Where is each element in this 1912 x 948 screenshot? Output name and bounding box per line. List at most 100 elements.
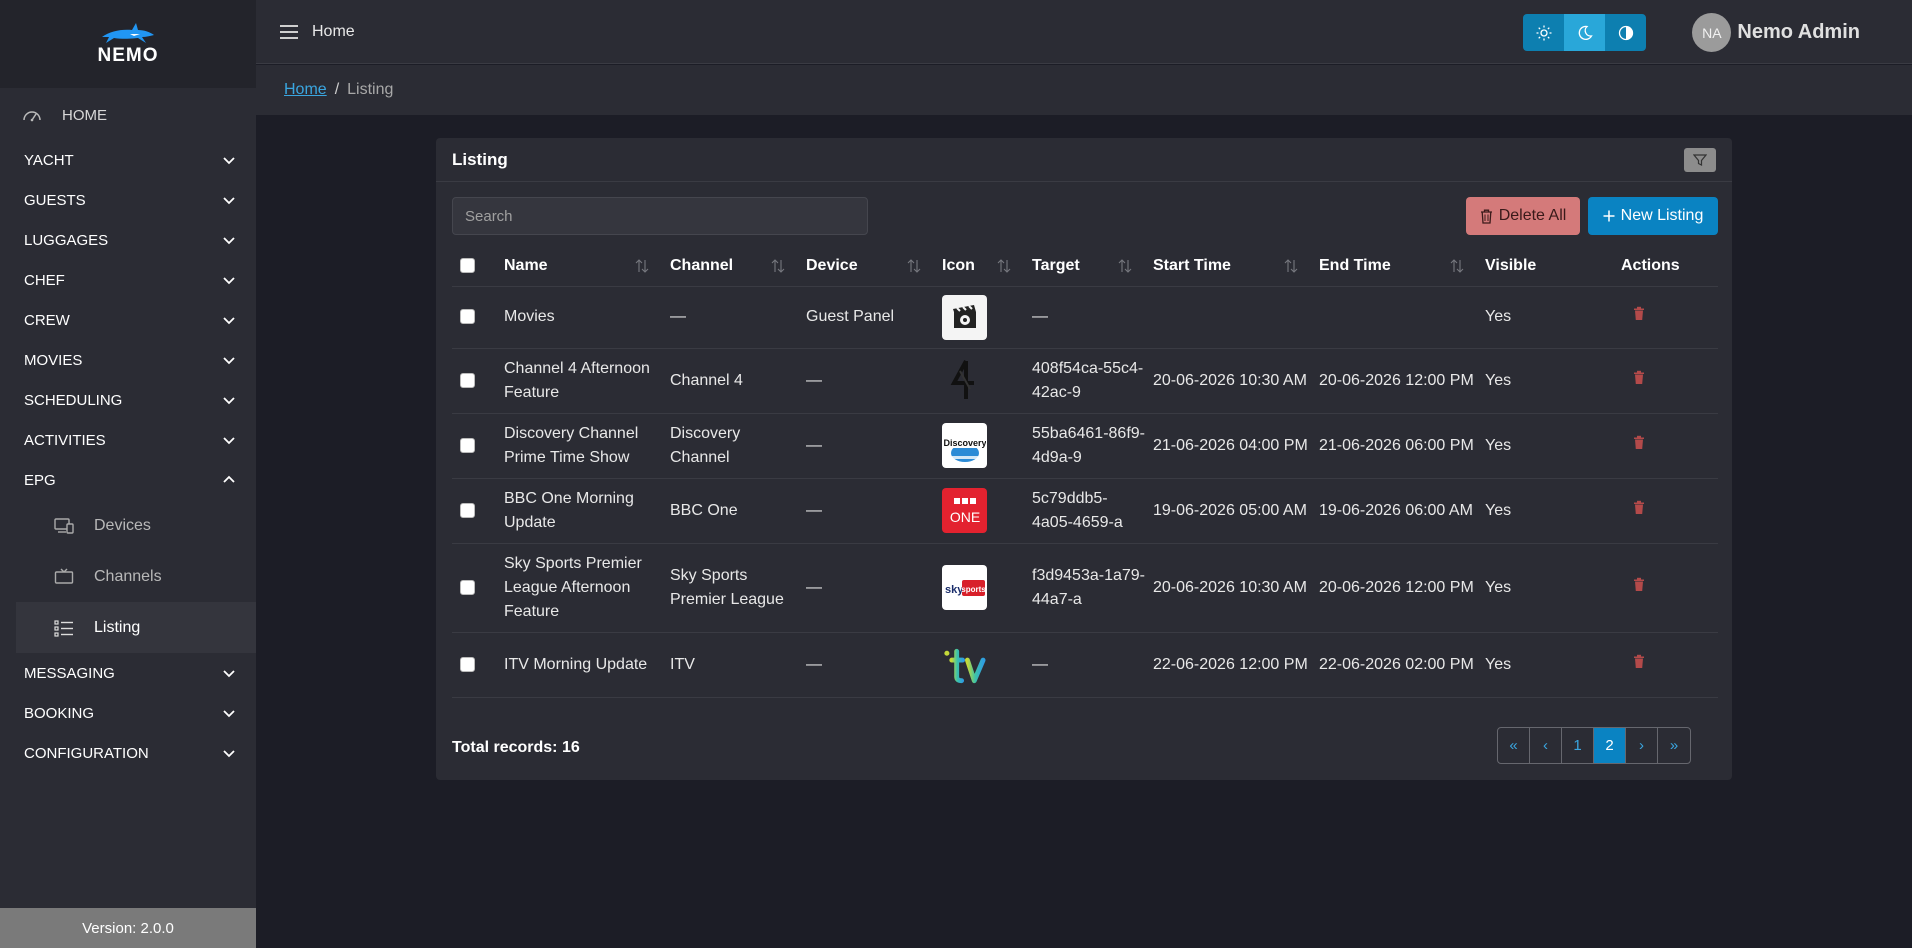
chevron-down-icon [223,357,235,365]
cell-end-time: 22-06-2026 02:00 PM [1311,632,1477,698]
sidebar-item-label: CONFIGURATION [24,744,149,762]
cell-target: 408f54ca-55c4-42ac-9 [1024,348,1145,414]
delete-row-button[interactable] [1633,654,1645,669]
sort-icon [1118,259,1132,273]
sidebar-item-scheduling[interactable]: SCHEDULING [0,380,256,420]
sky-sports-logo-icon: sky sports [942,565,987,610]
sidebar-subitem-channels[interactable]: Channels [16,551,256,602]
delete-row-button[interactable] [1633,306,1645,321]
select-all-checkbox[interactable] [460,258,475,274]
row-checkbox[interactable] [460,437,475,453]
cell-icon [934,632,1024,698]
page-button-current[interactable]: 2 [1594,728,1626,763]
card-header: Listing [436,138,1732,182]
column-header-icon[interactable]: Icon [934,246,1024,287]
user-menu[interactable]: NA Nemo Admin [1692,13,1860,52]
sidebar-item-activities[interactable]: ACTIVITIES [0,420,256,460]
row-checkbox[interactable] [460,309,475,325]
discovery-logo-icon: Discovery [942,423,987,468]
column-header-target[interactable]: Target [1024,246,1145,287]
breadcrumb-separator: / [334,81,340,98]
column-label: Start Time [1153,256,1231,274]
breadcrumb-home-link[interactable]: Home [284,81,327,99]
delete-all-button[interactable]: Delete All [1466,197,1580,235]
total-records: Total records: 16 [452,739,580,756]
column-label: Visible [1485,256,1537,274]
cell-icon [934,286,1024,349]
sidebar-item-guests[interactable]: GUESTS [0,180,256,220]
delete-row-button[interactable] [1633,435,1645,450]
light-theme-button[interactable] [1523,14,1564,51]
row-checkbox[interactable] [460,579,475,595]
sidebar-subitem-devices[interactable]: Devices [16,500,256,551]
delete-all-label: Delete All [1498,207,1567,224]
first-page-button[interactable]: « [1498,728,1530,763]
table-row: Movies — Guest Panel — Yes [452,286,1718,349]
pagination: « ‹ 1 2 › » [1497,727,1691,764]
column-label: Target [1032,256,1080,274]
cell-start-time: 19-06-2026 05:00 AM [1145,478,1311,544]
contrast-theme-button[interactable] [1605,14,1646,51]
cell-channel: BBC One [662,478,798,544]
prev-page-button[interactable]: ‹ [1530,728,1562,763]
cell-visible: Yes [1477,543,1613,633]
menu-toggle-icon[interactable] [280,24,298,39]
cell-device: Guest Panel [798,286,934,349]
page-button[interactable]: 1 [1562,728,1594,763]
column-header-channel[interactable]: Channel [662,246,798,287]
trash-icon [1634,370,1644,384]
sidebar-item-configuration[interactable]: CONFIGURATION [0,733,256,773]
cell-name: Channel 4 Afternoon Feature [496,348,662,414]
sidebar-subitem-label: Channels [94,567,162,585]
sidebar-item-crew[interactable]: CREW [0,300,256,340]
next-page-button[interactable]: › [1626,728,1658,763]
column-header-name[interactable]: Name [496,246,662,287]
page-title: Home [312,22,355,40]
delete-row-button[interactable] [1633,500,1645,515]
sidebar-item-home[interactable]: HOME [0,94,256,136]
column-header-visible: Visible [1477,246,1613,287]
sidebar-item-label: CHEF [24,271,65,289]
column-header-start-time[interactable]: Start Time [1145,246,1311,287]
sidebar-item-epg[interactable]: EPG [0,460,256,500]
chevron-down-icon [223,317,235,325]
row-checkbox[interactable] [460,502,475,518]
delete-row-button[interactable] [1633,370,1645,385]
sidebar-item-label: BOOKING [24,704,95,722]
cell-actions [1613,286,1718,349]
sort-icon [771,259,785,273]
cell-icon: Discovery [934,413,1024,479]
table-header-row: Name Channel Device Icon Target Start Ti… [452,246,1718,287]
cell-start-time: 21-06-2026 04:00 PM [1145,413,1311,479]
new-listing-button[interactable]: New Listing [1588,197,1718,235]
tv-icon [54,568,74,584]
column-header-device[interactable]: Device [798,246,934,287]
column-header-end-time[interactable]: End Time [1311,246,1477,287]
table-row: Channel 4 Afternoon Feature Channel 4 — … [452,348,1718,414]
search-input[interactable] [452,197,868,235]
sidebar-item-label: LUGGAGES [24,231,109,249]
sidebar-subitem-listing[interactable]: Listing [16,602,256,653]
cell-end-time: 21-06-2026 06:00 PM [1311,413,1477,479]
last-page-button[interactable]: » [1658,728,1690,763]
filter-button[interactable] [1684,148,1716,172]
sidebar-item-yacht[interactable]: YACHT [0,140,256,180]
sidebar-item-chef[interactable]: CHEF [0,260,256,300]
table-row: Discovery Channel Prime Time Show Discov… [452,413,1718,479]
bbc-one-logo-icon: ONE [942,488,987,533]
chevron-down-icon [223,397,235,405]
dark-theme-button[interactable] [1564,14,1605,51]
column-header-actions: Actions [1613,246,1718,287]
moon-icon [1578,25,1593,40]
row-checkbox[interactable] [460,656,475,672]
chevron-down-icon [223,710,235,718]
sidebar-item-movies[interactable]: MOVIES [0,340,256,380]
sidebar-item-luggages[interactable]: LUGGAGES [0,220,256,260]
sidebar-subitem-label: Devices [94,516,151,534]
sidebar-item-booking[interactable]: BOOKING [0,693,256,733]
row-checkbox[interactable] [460,372,475,388]
column-label: Device [806,256,858,274]
delete-row-button[interactable] [1633,577,1645,592]
sidebar-item-messaging[interactable]: MESSAGING [0,653,256,693]
column-label: Actions [1621,256,1680,274]
